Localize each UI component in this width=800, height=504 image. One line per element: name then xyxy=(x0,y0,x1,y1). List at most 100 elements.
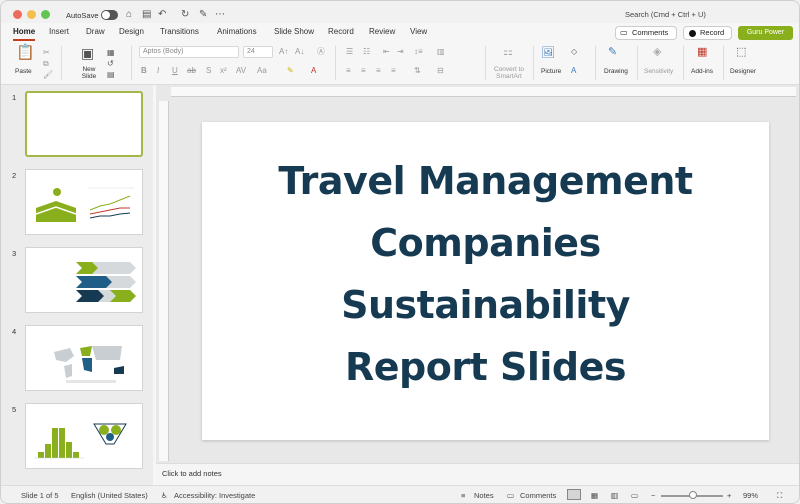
separator xyxy=(637,46,638,80)
section-icon[interactable]: ▤ xyxy=(107,70,115,80)
tab-view[interactable]: View xyxy=(410,27,427,36)
comments-button[interactable]: ▭ Comments xyxy=(615,26,677,40)
slide-thumbnail-2[interactable] xyxy=(25,169,143,235)
tab-animations[interactable]: Animations xyxy=(217,27,257,36)
reset-icon[interactable]: ↺ xyxy=(107,59,114,69)
increase-font-icon[interactable]: A↑ xyxy=(279,47,288,57)
zoom-out-icon[interactable]: − xyxy=(651,491,655,500)
new-slide-icon[interactable]: ▣ xyxy=(81,46,94,60)
slide-thumbnails-panel[interactable]: 1 2 3 4 5 xyxy=(1,85,153,485)
decrease-font-icon[interactable]: A↓ xyxy=(295,47,304,57)
normal-view-icon[interactable] xyxy=(567,489,581,500)
tab-transitions[interactable]: Transitions xyxy=(160,27,199,36)
font-color-icon[interactable]: A xyxy=(311,66,316,76)
align-left-icon[interactable]: ≡ xyxy=(346,66,351,76)
fit-slide-icon[interactable]: ⛶ xyxy=(777,491,782,501)
undo-icon[interactable]: ↶ xyxy=(158,9,166,21)
minimize-window-button[interactable] xyxy=(27,10,36,19)
align-center-icon[interactable]: ≡ xyxy=(361,66,366,76)
font-name-select[interactable]: Aptos (Body) xyxy=(139,46,239,58)
justify-icon[interactable]: ≡ xyxy=(391,66,396,76)
autosave-toggle[interactable] xyxy=(101,10,118,20)
zoom-in-icon[interactable]: + xyxy=(727,491,731,500)
tab-review[interactable]: Review xyxy=(369,27,395,36)
clear-format-icon[interactable]: Ⓐ xyxy=(317,47,325,57)
align-right-icon[interactable]: ≡ xyxy=(376,66,381,76)
maximize-window-button[interactable] xyxy=(41,10,50,19)
tab-slide-show[interactable]: Slide Show xyxy=(274,27,314,36)
smartart-icon[interactable]: ⚏ xyxy=(503,46,513,58)
more-icon[interactable]: ⋯ xyxy=(215,9,225,21)
underline-icon[interactable]: U xyxy=(172,66,178,76)
spacing-icon[interactable]: AV xyxy=(236,66,246,76)
notes-toggle[interactable]: Notes xyxy=(474,491,494,500)
copy-icon[interactable]: ⧉ xyxy=(43,59,49,69)
shapes-icon[interactable]: ◇ xyxy=(571,47,577,57)
shadow-icon[interactable]: S xyxy=(206,66,211,76)
tab-insert[interactable]: Insert xyxy=(49,27,69,36)
align-text-icon[interactable]: ⊟ xyxy=(437,66,444,76)
guru-power-button[interactable]: Guru Power xyxy=(738,26,793,40)
columns-icon[interactable]: ▥ xyxy=(437,47,445,57)
line-spacing-icon[interactable]: ↕≡ xyxy=(414,47,423,57)
tab-draw[interactable]: Draw xyxy=(86,27,105,36)
increase-indent-icon[interactable]: ⇥ xyxy=(397,47,404,57)
font-size-select[interactable]: 24 xyxy=(243,46,273,58)
notes-placeholder[interactable]: Click to add notes xyxy=(162,469,222,478)
reading-view-icon[interactable]: ▥ xyxy=(611,491,618,500)
tab-design[interactable]: Design xyxy=(119,27,144,36)
accessibility-status[interactable]: Accessibility: Investigate xyxy=(174,491,255,500)
numbering-icon[interactable]: ☷ xyxy=(363,47,370,57)
separator xyxy=(683,46,684,80)
sensitivity-icon[interactable]: ◈ xyxy=(653,46,661,58)
sensitivity-label: Sensitivity xyxy=(644,68,674,75)
home-icon[interactable]: ⌂ xyxy=(126,9,132,21)
new-slide-label: New Slide xyxy=(81,66,97,80)
tab-home[interactable]: Home xyxy=(13,27,35,36)
bold-icon[interactable]: B xyxy=(141,66,147,76)
tab-record[interactable]: Record xyxy=(328,27,354,36)
title-line: Travel Management xyxy=(278,159,693,203)
highlight-icon[interactable]: ✎ xyxy=(287,66,294,76)
comments-toggle[interactable]: Comments xyxy=(520,491,556,500)
paste-icon[interactable]: 📋 xyxy=(16,45,35,60)
picture-icon[interactable]: 🖼 xyxy=(541,47,555,59)
title-line: Companies xyxy=(370,221,601,265)
addins-icon[interactable]: ▦ xyxy=(697,46,707,58)
decrease-indent-icon[interactable]: ⇤ xyxy=(383,47,390,57)
designer-icon[interactable]: ⬚ xyxy=(736,46,746,58)
record-button[interactable]: Record xyxy=(683,26,732,40)
drawing-icon[interactable]: ✎ xyxy=(608,46,617,58)
layout-icon[interactable]: ▦ xyxy=(107,48,115,58)
close-window-button[interactable] xyxy=(13,10,22,19)
notes-pane[interactable]: Click to add notes xyxy=(156,463,799,485)
addins-label: Add-ins xyxy=(691,68,714,75)
change-case-icon[interactable]: Aa xyxy=(257,66,267,76)
cut-icon[interactable]: ✂ xyxy=(43,48,50,58)
slide-title[interactable]: Travel Management Companies Sustainabili… xyxy=(202,150,769,398)
text-direction-icon[interactable]: ⇅ xyxy=(414,66,421,76)
format-painter-small-icon[interactable]: 🖌 xyxy=(43,70,53,80)
slide-thumbnail-4[interactable] xyxy=(25,325,143,391)
comments-icon: ▭ xyxy=(507,491,515,500)
bullets-icon[interactable]: ☰ xyxy=(346,47,353,57)
slide-sorter-icon[interactable]: ▦ xyxy=(591,491,598,500)
redo-icon[interactable]: ↻ xyxy=(181,9,189,21)
language-indicator[interactable]: English (United States) xyxy=(71,491,148,500)
format-painter-icon[interactable]: ✎ xyxy=(199,9,207,21)
textbox-icon[interactable]: A xyxy=(571,66,576,76)
italic-icon[interactable]: I xyxy=(157,66,159,76)
slide-thumbnail-5[interactable] xyxy=(25,403,143,469)
zoom-level[interactable]: 99% xyxy=(743,491,758,500)
thumbnail-number: 5 xyxy=(12,405,17,414)
strikethrough-icon[interactable]: ab xyxy=(187,66,196,76)
save-icon[interactable]: ▤ xyxy=(142,9,151,21)
comment-icon: ▭ xyxy=(620,28,628,37)
slide-canvas[interactable]: Travel Management Companies Sustainabili… xyxy=(202,122,769,440)
slideshow-icon[interactable]: ▭ xyxy=(631,491,638,500)
slide-thumbnail-1[interactable] xyxy=(25,91,143,157)
slide-thumbnail-3[interactable] xyxy=(25,247,143,313)
superscript-icon[interactable]: x² xyxy=(220,66,227,76)
search-input[interactable]: Search (Cmd + Ctrl + U) xyxy=(625,10,706,19)
zoom-slider-handle[interactable] xyxy=(689,491,697,499)
